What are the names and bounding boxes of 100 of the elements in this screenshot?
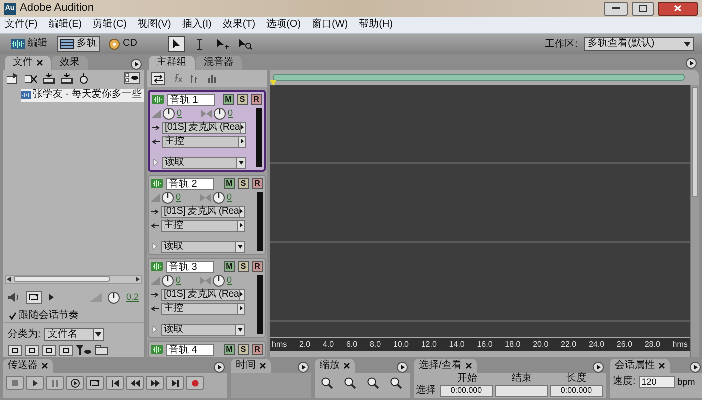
panel-tab[interactable]: 会话属性	[610, 359, 670, 373]
filter-button[interactable]	[59, 344, 73, 356]
maximize-button[interactable]	[632, 2, 654, 16]
knob-icon	[214, 108, 226, 120]
mute-button[interactable]: M	[224, 261, 235, 272]
pointer-magnifier-icon	[239, 38, 252, 50]
input-dropdown[interactable]: [01S] 麦克风 (Rea	[162, 122, 246, 134]
ruler-label: 4.0	[322, 340, 334, 348]
scroll-thumb[interactable]	[692, 87, 698, 197]
record-arm-button[interactable]: R	[252, 178, 263, 189]
waveform-icon	[151, 262, 163, 271]
output-dropdown[interactable]: 主控	[161, 302, 245, 314]
menu-item[interactable]: 窗口(W)	[312, 20, 348, 30]
solo-button[interactable]: S	[237, 94, 248, 105]
menu-item[interactable]: 插入(I)	[182, 20, 212, 30]
scroll-thumb[interactable]	[14, 276, 110, 282]
view-button[interactable]: CD	[106, 36, 140, 52]
zoom-button[interactable]	[320, 376, 334, 390]
menu-item[interactable]: 效果(T)	[222, 20, 256, 30]
filter-button[interactable]	[25, 344, 39, 356]
menu-item[interactable]: 文件(F)	[5, 20, 38, 30]
time-field[interactable]: 0:00.000	[550, 385, 603, 397]
mute-button[interactable]: M	[224, 178, 235, 189]
transport-button[interactable]	[106, 376, 124, 390]
zoom-button[interactable]	[366, 376, 380, 390]
mute-button[interactable]: M	[224, 344, 235, 355]
filter-button[interactable]	[8, 344, 22, 356]
menu-item[interactable]: 视图(V)	[138, 20, 172, 30]
transport-button[interactable]	[26, 376, 44, 390]
time-field[interactable]: 0:00.000	[440, 385, 493, 397]
menu-item[interactable]: 剪辑(C)	[93, 20, 128, 30]
tempo-field[interactable]: 120	[638, 376, 675, 388]
panel-tab[interactable]: 效果	[52, 56, 88, 70]
output-dropdown[interactable]: 主控	[162, 136, 246, 148]
panel-tab[interactable]: 缩放	[315, 359, 355, 373]
track-name-field[interactable]: 音轨 1	[167, 94, 215, 106]
panel-tab[interactable]: 时间	[231, 359, 271, 373]
close-button[interactable]	[658, 2, 698, 16]
sort-dropdown[interactable]: 文件名	[44, 328, 104, 342]
panel-tab[interactable]: 主群组	[149, 56, 195, 70]
record-arm-button[interactable]: R	[251, 94, 262, 105]
input-dropdown[interactable]: [01S] 麦克风 (Rea	[161, 288, 245, 300]
solo-button[interactable]: S	[238, 178, 249, 189]
transport-button[interactable]	[166, 376, 184, 390]
menu-item[interactable]: 选项(O)	[266, 20, 302, 30]
menu-item[interactable]: 编辑(E)	[48, 20, 82, 30]
track-header[interactable]: 音轨 2 M S R 0 0 [01S] 麦克风 (Rea 主控 读取	[148, 175, 266, 255]
text-cursor-icon	[196, 38, 204, 50]
track-name-field[interactable]: 音轨 3	[166, 260, 214, 272]
panel-tab[interactable]: 选择/查看	[414, 359, 477, 373]
record-arm-button[interactable]: R	[252, 344, 263, 355]
speaker-icon	[8, 293, 20, 302]
ruler-label: hms	[272, 340, 288, 348]
workspace-dropdown[interactable]: 多轨查看(默认)	[584, 37, 694, 51]
knob-icon	[162, 192, 174, 204]
close-icon	[674, 5, 682, 12]
view-button[interactable]: 多轨	[57, 36, 100, 52]
track-name-field[interactable]: 音轨 2	[166, 178, 214, 190]
solo-button[interactable]: S	[238, 344, 249, 355]
zoom-button[interactable]	[343, 376, 357, 390]
file-list-item[interactable]: 张学友 - 每天爱你多一些	[21, 88, 144, 102]
loop-button[interactable]	[26, 291, 42, 304]
tool-button[interactable]	[237, 36, 254, 52]
checkbox-label: 跟随会话节奏	[19, 310, 79, 321]
caret-icon	[240, 209, 244, 214]
record-arm-button[interactable]: R	[252, 261, 263, 272]
transport-button[interactable]	[86, 376, 104, 390]
menu-item[interactable]: 帮助(H)	[359, 20, 394, 30]
solo-button[interactable]: S	[238, 261, 249, 272]
transport-button[interactable]	[126, 376, 144, 390]
track-header[interactable]: 音轨 4 M S R	[148, 341, 266, 357]
square-icon	[63, 348, 69, 353]
eq-icon	[190, 74, 200, 83]
ruler-label: 16.0	[477, 340, 493, 348]
track-header[interactable]: 音轨 3 M S R 0 0 [01S] 麦克风 (Rea 主控 读取	[148, 258, 266, 338]
mute-button[interactable]: M	[223, 94, 234, 105]
transport-button[interactable]	[146, 376, 164, 390]
input-dropdown[interactable]: [01S] 麦克风 (Rea	[161, 206, 245, 218]
transport-button[interactable]	[66, 376, 84, 390]
time-field[interactable]	[495, 385, 548, 397]
automation-dropdown[interactable]: 读取	[161, 240, 245, 252]
automation-dropdown[interactable]: 读取	[162, 156, 246, 168]
vertical-scrollbar[interactable]	[690, 85, 699, 357]
filter-button[interactable]	[42, 344, 56, 356]
panel-tab[interactable]: 传送器	[3, 359, 53, 373]
view-button[interactable]: 编辑	[8, 36, 51, 52]
zoom-button[interactable]	[389, 376, 403, 390]
output-dropdown[interactable]: 主控	[161, 220, 245, 232]
follow-tempo-checkbox[interactable]	[8, 311, 17, 320]
tool-button[interactable]	[214, 36, 232, 52]
automation-dropdown[interactable]: 读取	[161, 324, 245, 336]
minimize-button[interactable]	[604, 2, 628, 16]
horizontal-scrollbar[interactable]	[5, 274, 142, 284]
panel-tab[interactable]: 混音器	[196, 56, 242, 70]
inputs-outputs-button[interactable]	[151, 72, 165, 85]
track-header[interactable]: 音轨 1 M S R 0 0 [01S] 麦克风 (Rea 主控 读取	[148, 90, 266, 172]
panel-tab[interactable]: 文件	[5, 56, 51, 70]
tool-button[interactable]	[168, 36, 186, 52]
track-name-field[interactable]: 音轨 4	[166, 344, 214, 356]
overview-scrollbar[interactable]	[273, 74, 685, 81]
